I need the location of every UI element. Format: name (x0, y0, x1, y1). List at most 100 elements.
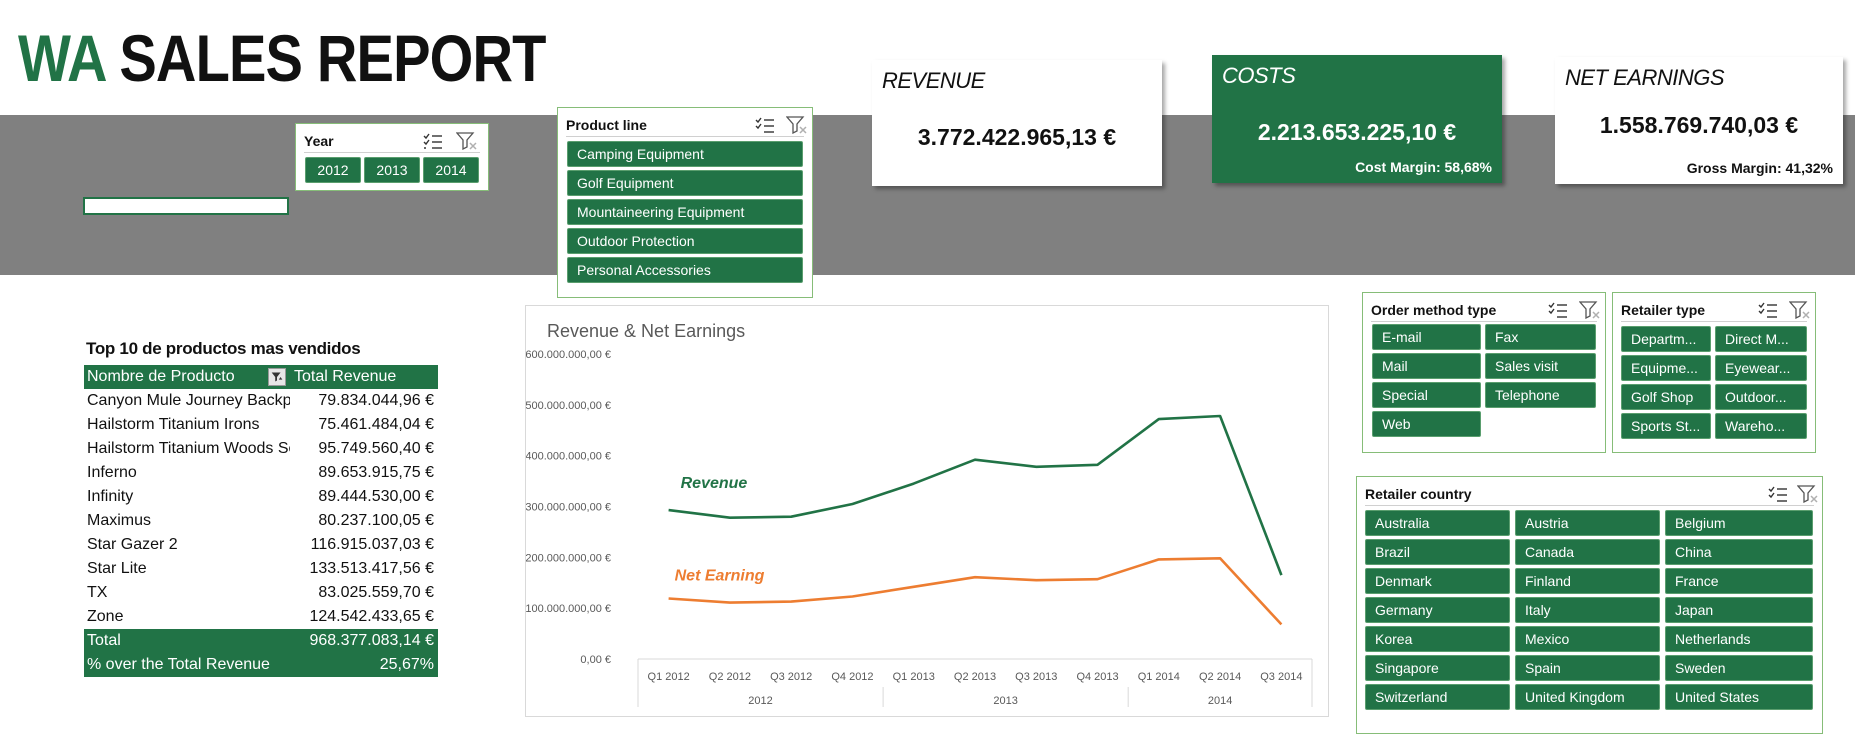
report-title-wa: WA (18, 21, 105, 95)
chart-svg: Revenue & Net Earnings 0,00 € 100.000.000… (526, 321, 1313, 707)
retailer-type-item[interactable]: Direct M... (1715, 326, 1807, 352)
country-item[interactable]: France (1665, 568, 1813, 594)
product-revenue: 89.653.915,75 € (318, 464, 434, 481)
country-item[interactable]: United States (1665, 684, 1813, 710)
product-line-item[interactable]: Mountaineering Equipment (567, 199, 803, 225)
clear-filter-icon[interactable] (1789, 301, 1811, 319)
product-line-slicer-header: Product line (566, 114, 807, 137)
multi-select-icon[interactable] (754, 116, 776, 134)
retailer-type-item[interactable]: Golf Shop (1621, 384, 1711, 410)
country-item[interactable]: Korea (1365, 626, 1510, 652)
country-item[interactable]: Finland (1515, 568, 1660, 594)
product-line-item[interactable]: Outdoor Protection (567, 228, 803, 254)
retailer-type-item[interactable]: Equipme... (1621, 355, 1711, 381)
order-method-item[interactable]: Fax (1485, 324, 1596, 350)
product-name: Maximus (87, 512, 152, 529)
country-item[interactable]: Germany (1365, 597, 1510, 623)
selected-cell[interactable] (83, 197, 289, 215)
country-item[interactable]: Spain (1515, 655, 1660, 681)
table-row: Star Gazer 2 116.915.037,03 € (84, 533, 438, 557)
country-item[interactable]: Italy (1515, 597, 1660, 623)
product-name: TX (87, 584, 108, 601)
country-item[interactable]: Sweden (1665, 655, 1813, 681)
product-revenue: 80.237.100,05 € (318, 512, 434, 529)
table-row: TX 83.025.559,70 € (84, 581, 438, 605)
retailer-type-item[interactable]: Wareho... (1715, 413, 1807, 439)
percent-value: 25,67% (379, 656, 434, 673)
costs-card: COSTS 2.213.653.225,10 € Cost Margin: 58… (1212, 55, 1502, 183)
table-row: Infinity 89.444.530,00 € (84, 485, 438, 509)
country-item[interactable]: Belgium (1665, 510, 1813, 536)
costs-title: COSTS (1222, 63, 1296, 88)
product-line-item[interactable]: Personal Accessories (567, 257, 803, 283)
cost-margin: Cost Margin: 58,68% (1355, 159, 1492, 175)
clear-filter-icon[interactable] (786, 116, 808, 134)
country-item[interactable]: United Kingdom (1515, 684, 1660, 710)
total-value: 968.377.083,14 € (309, 632, 434, 649)
order-method-item[interactable]: Sales visit (1485, 353, 1596, 379)
retailer-type-item[interactable]: Outdoor... (1715, 384, 1807, 410)
clear-filter-icon[interactable] (1797, 485, 1819, 503)
order-method-item[interactable]: Special (1372, 382, 1481, 408)
retailer-type-item[interactable]: Departm... (1621, 326, 1711, 352)
year-2012-button[interactable]: 2012 (305, 157, 361, 183)
multi-select-icon[interactable] (1547, 301, 1569, 319)
top10-table: Nombre de Producto Total Revenue Canyon … (84, 365, 438, 677)
costs-value: 2.213.653.225,10 € (1257, 119, 1457, 145)
net-earnings-value: 1.558.769.740,03 € (1599, 112, 1799, 138)
product-line-item[interactable]: Camping Equipment (567, 141, 803, 167)
country-item[interactable]: Denmark (1365, 568, 1510, 594)
y-tick-label: 500.000.000,00 € (526, 400, 611, 412)
country-item[interactable]: Netherlands (1665, 626, 1813, 652)
year-slicer: Year 2012 2013 2014 (295, 123, 489, 191)
filter-dropdown-icon[interactable] (268, 368, 286, 386)
retailer-type-item[interactable]: Sports St... (1621, 413, 1711, 439)
y-tick-label: 100.000.000,00 € (526, 603, 611, 615)
retailer-country-slicer: Retailer country Australia Austria Belgi… (1356, 476, 1823, 734)
total-row: Total 968.377.083,14 € (84, 629, 438, 653)
country-item[interactable]: Singapore (1365, 655, 1510, 681)
product-line-slicer-title: Product line (566, 117, 647, 133)
order-method-item[interactable]: E-mail (1372, 324, 1481, 350)
country-item[interactable]: Japan (1665, 597, 1813, 623)
retailer-type-slicer: Retailer type Departm... Direct M... Equ… (1612, 292, 1816, 453)
order-method-item[interactable]: Web (1372, 411, 1481, 437)
series-line-revenue (668, 414, 1283, 576)
country-item[interactable]: China (1665, 539, 1813, 565)
order-method-item[interactable]: Mail (1372, 353, 1481, 379)
product-line-item[interactable]: Golf Equipment (567, 170, 803, 196)
table-header: Nombre de Producto Total Revenue (84, 365, 438, 389)
country-item[interactable]: Switzerland (1365, 684, 1510, 710)
order-method-item[interactable]: Telephone (1485, 382, 1596, 408)
product-revenue: 133.513.417,56 € (309, 560, 434, 577)
order-method-slicer: Order method type E-mail Fax Mail Sales … (1362, 292, 1606, 453)
x-tick-label: Q2 2014 (1199, 671, 1241, 683)
y-tick-label: 0,00 € (580, 654, 611, 666)
y-tick-label: 600.000.000,00 € (526, 349, 611, 361)
clear-filter-icon[interactable] (1579, 301, 1601, 319)
x-tick-label: Q1 2014 (1138, 671, 1180, 683)
product-revenue: 79.834.044,96 € (318, 392, 434, 409)
total-label: Total (87, 632, 121, 649)
country-item[interactable]: Austria (1515, 510, 1660, 536)
retailer-country-slicer-title: Retailer country (1365, 486, 1472, 502)
retailer-type-item[interactable]: Eyewear... (1715, 355, 1807, 381)
retailer-type-slicer-header: Retailer type (1621, 299, 1810, 322)
country-item[interactable]: Australia (1365, 510, 1510, 536)
country-item[interactable]: Brazil (1365, 539, 1510, 565)
multi-select-icon[interactable] (1757, 301, 1779, 319)
multi-select-icon[interactable] (422, 132, 444, 150)
x-group-label: 2012 (748, 695, 772, 707)
product-revenue: 89.444.530,00 € (318, 488, 434, 505)
country-item[interactable]: Mexico (1515, 626, 1660, 652)
country-item[interactable]: Canada (1515, 539, 1660, 565)
percent-row: % over the Total Revenue 25,67% (84, 653, 438, 677)
x-tick-label: Q3 2012 (770, 671, 812, 683)
year-2014-button[interactable]: 2014 (423, 157, 479, 183)
multi-select-icon[interactable] (1767, 485, 1789, 503)
year-2013-button[interactable]: 2013 (364, 157, 420, 183)
column-header-revenue: Total Revenue (294, 368, 397, 385)
revenue-net-earnings-chart: Revenue & Net Earnings 0,00 € 100.000.000… (525, 305, 1329, 717)
clear-filter-icon[interactable] (456, 132, 478, 150)
x-tick-label: Q3 2014 (1260, 671, 1302, 683)
